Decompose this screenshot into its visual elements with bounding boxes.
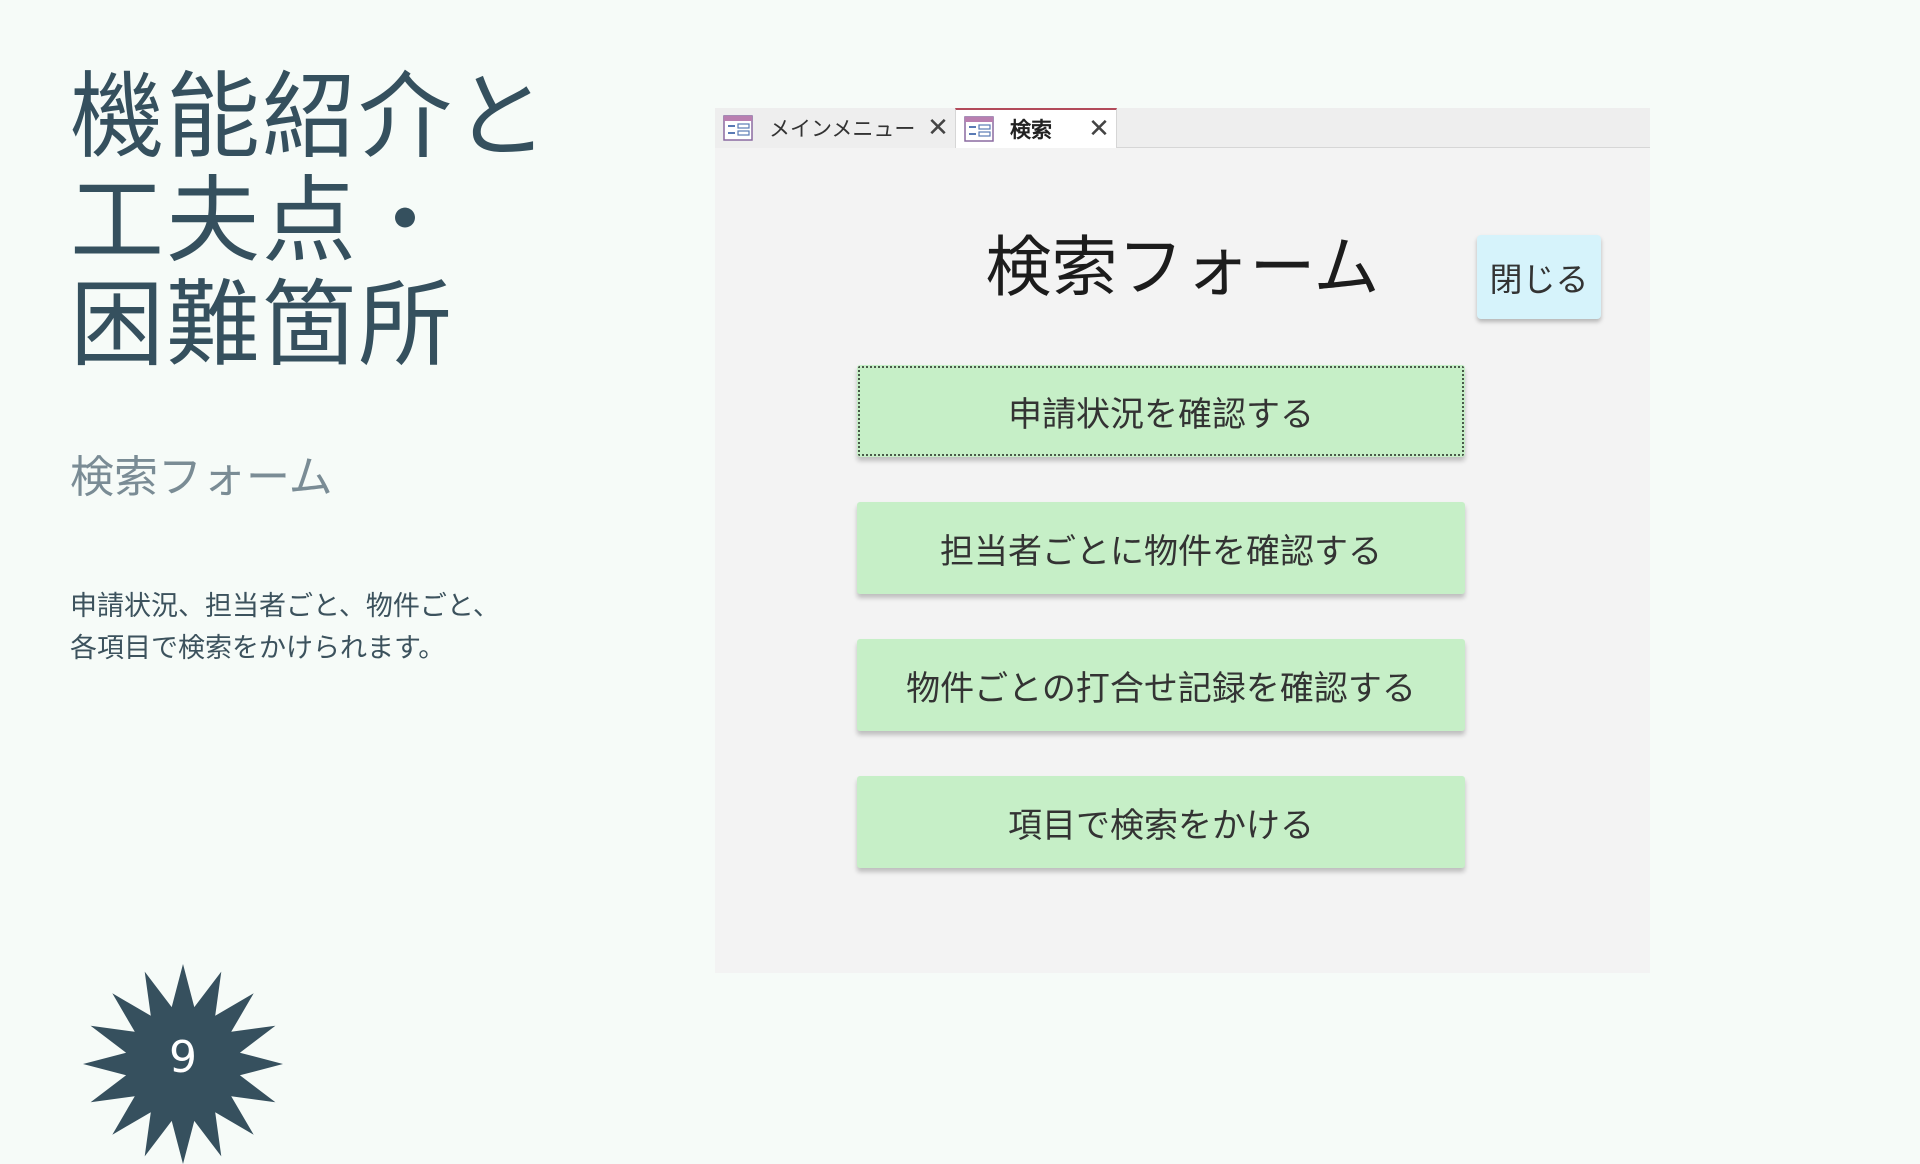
slide-title-line: 工夫点・ — [70, 167, 455, 276]
slide-title: 機能紹介と 工夫点・ 困難箇所 — [70, 66, 550, 378]
search-by-field-button[interactable]: 項目で検索をかける — [857, 776, 1465, 868]
document-tab-bar: メインメニュー ✕ 検索 ✕ — [715, 108, 1650, 148]
slide-description: 申請状況、担当者ごと、物件ごと、 各項目で検索をかけられます。 — [70, 586, 500, 670]
slide-title-line: 機能紹介と — [70, 63, 551, 172]
slide-description-line: 各項目で検索をかけられます。 — [70, 633, 446, 664]
page-number-badge: 9 — [70, 964, 296, 1164]
check-application-status-button[interactable]: 申請状況を確認する — [857, 365, 1465, 457]
close-icon[interactable]: ✕ — [921, 113, 955, 143]
close-icon[interactable]: ✕ — [1082, 114, 1116, 144]
tab-label: 検索 — [1010, 118, 1052, 142]
slide-title-line: 困難箇所 — [70, 271, 455, 380]
access-app-window: メインメニュー ✕ 検索 ✕ 検索フォーム 閉じる 申請状況を確認する 担当者ご… — [715, 108, 1650, 973]
form-icon — [723, 115, 753, 141]
slide-description-line: 申請状況、担当者ごと、物件ごと、 — [70, 591, 500, 622]
page-number: 9 — [169, 1032, 197, 1083]
close-form-button[interactable]: 閉じる — [1477, 235, 1601, 319]
check-properties-by-staff-button[interactable]: 担当者ごとに物件を確認する — [857, 502, 1465, 594]
tab-search[interactable]: 検索 ✕ — [955, 108, 1117, 148]
tab-label: メインメニュー — [769, 117, 916, 141]
check-meeting-records-button[interactable]: 物件ごとの打合せ記録を確認する — [857, 639, 1465, 731]
form-icon — [964, 116, 994, 142]
tab-main-menu[interactable]: メインメニュー ✕ — [715, 108, 955, 148]
slide-subtitle: 検索フォーム — [70, 452, 333, 503]
